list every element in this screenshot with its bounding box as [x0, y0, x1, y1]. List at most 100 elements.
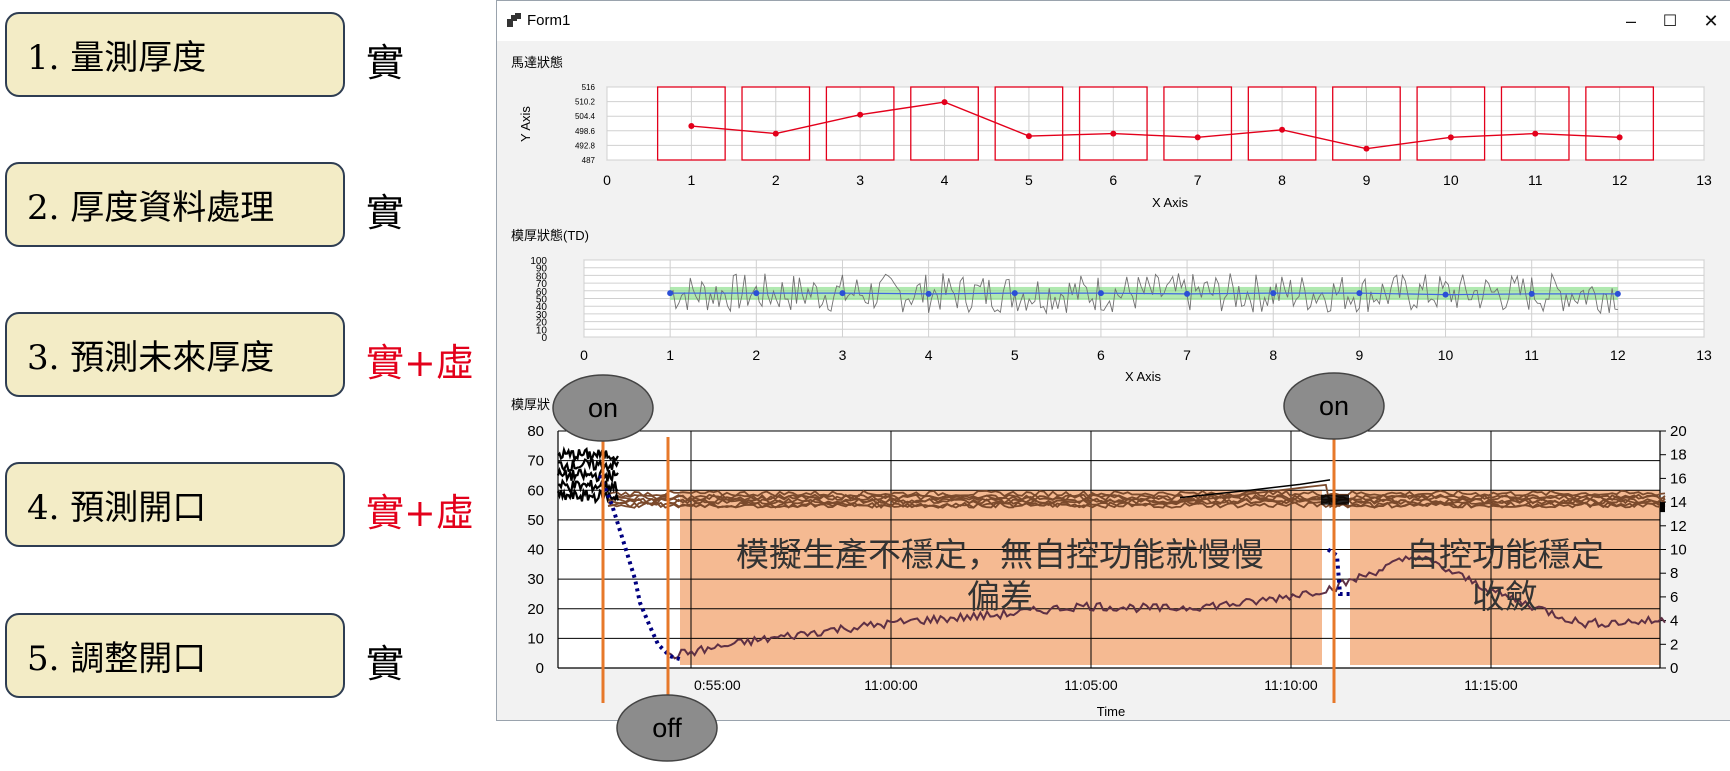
chart2-point [1097, 290, 1104, 297]
chart3-ytick-right: 8 [1670, 565, 1678, 582]
chart2-xtick: 4 [925, 347, 933, 363]
chart3-ytick-right: 2 [1670, 636, 1678, 653]
chart2-xtick: 1 [666, 347, 674, 363]
chart2-xtick: 5 [1011, 347, 1019, 363]
chart2-xtick: 12 [1610, 347, 1626, 363]
chart3-ytick-left: 70 [527, 453, 544, 470]
chart1-point [1532, 130, 1539, 137]
chart3-ytick-left: 30 [527, 571, 544, 588]
chart1-ytick: 504.4 [575, 112, 596, 121]
chart3-ytick-left: 50 [527, 512, 544, 529]
chart2-point [1184, 290, 1191, 297]
chart3-ytick-left: 10 [527, 630, 544, 647]
chart2-xtick: 8 [1269, 347, 1277, 363]
chart1-xtick: 5 [1025, 172, 1033, 188]
chart1-point [857, 111, 864, 118]
chart1-ytick: 492.8 [575, 141, 596, 150]
annotation-uncontrolled-line2: 偏差 [967, 577, 1033, 616]
chart3-title: 模厚狀 [511, 397, 550, 412]
chart3-xtick: 11:10:00 [1264, 677, 1318, 693]
chart2-xtick: 2 [752, 347, 760, 363]
chart1-point [772, 130, 779, 137]
chart1-xtick: 11 [1528, 172, 1543, 188]
chart3-end-mark [1660, 502, 1665, 513]
chart3-ytick-right: 0 [1670, 660, 1678, 677]
chart1-xtick: 2 [772, 172, 780, 188]
chart1-ytick: 487 [582, 156, 596, 165]
chart2-xtick: 6 [1097, 347, 1105, 363]
chart3-ytick-left: 20 [527, 601, 544, 618]
chart3-ytick-right: 14 [1670, 494, 1687, 511]
chart1-point [688, 123, 695, 130]
chart3-ytick-left: 0 [536, 660, 544, 677]
chart1-xtick: 10 [1443, 172, 1459, 188]
chart1-xtick: 0 [603, 172, 611, 188]
chart1-xtick: 8 [1278, 172, 1286, 188]
chart2-xtick: 13 [1696, 347, 1712, 363]
chart1-xtick: 13 [1696, 172, 1712, 188]
annotation-on-2-label: on [1319, 391, 1349, 421]
chart2-xtick: 10 [1438, 347, 1454, 363]
chart1-ytick: 516 [582, 83, 596, 92]
chart3-ytick-right: 12 [1670, 518, 1687, 535]
chart1-xtick: 4 [941, 172, 949, 188]
chart1-plot-area [606, 86, 1705, 161]
annotation-controlled-line1: 自控功能穩定 [1406, 535, 1604, 574]
chart2-point [753, 290, 760, 297]
chart1-point [1194, 134, 1201, 141]
chart1-point [1616, 134, 1623, 141]
chart2-point [925, 290, 932, 297]
chart2-title: 模厚狀態(TD) [511, 228, 589, 243]
chart3-ytick-right: 16 [1670, 470, 1687, 487]
chart1-xlabel: X Axis [1152, 195, 1189, 210]
chart3-ytick-right: 20 [1670, 423, 1687, 440]
chart2-point [1270, 290, 1277, 297]
chart2-point [1011, 290, 1018, 297]
chart3-xtick: 0:55:00 [694, 677, 741, 693]
chart3-xlabel: Time [1097, 704, 1125, 719]
annotation-on-1-label: on [588, 393, 618, 423]
chart3-ytick-right: 4 [1670, 613, 1678, 630]
chart1-point [1025, 133, 1032, 140]
chart3-ytick-left: 40 [527, 542, 544, 559]
chart2-point [839, 290, 846, 297]
chart2-xtick: 0 [580, 347, 588, 363]
chart1-xtick: 7 [1194, 172, 1202, 188]
chart1-xtick: 6 [1109, 172, 1117, 188]
chart1-point [941, 99, 948, 106]
chart1-ylabel: Y Axis [518, 106, 533, 142]
chart1-point [1363, 145, 1370, 152]
chart3-xtick: 11:05:00 [1064, 677, 1118, 693]
chart1-title: 馬達狀態 [511, 55, 563, 70]
annotation-off-label: off [652, 713, 682, 743]
chart3-ytick-right: 18 [1670, 447, 1687, 464]
chart3-xtick: 11:00:00 [864, 677, 918, 693]
chart1-xtick: 9 [1363, 172, 1371, 188]
chart3-ytick-left: 80 [527, 423, 544, 440]
annotation-uncontrolled-line1: 模擬生產不穩定，無自控功能就慢慢 [736, 535, 1264, 574]
chart1-xtick: 1 [687, 172, 695, 188]
chart1-xtick: 3 [856, 172, 864, 188]
chart2-point [1528, 290, 1535, 297]
chart2-xtick: 3 [839, 347, 847, 363]
chart3-ytick-left: 60 [527, 482, 544, 499]
annotation-controlled-line2: 收斂 [1472, 577, 1538, 616]
chart1-xtick: 12 [1612, 172, 1628, 188]
chart1-ytick: 510.2 [575, 98, 596, 107]
chart3-xtick: 11:15:00 [1464, 677, 1518, 693]
chart1-point [1110, 130, 1117, 137]
chart2-point [1614, 290, 1621, 297]
chart1-ytick: 498.6 [575, 127, 596, 136]
chart2-xtick: 11 [1524, 347, 1539, 363]
chart2-xtick: 7 [1183, 347, 1191, 363]
charts-canvas: 馬達狀態516510.2504.4498.6492.84870 1 2 3 4 5 6 7 8 9… [511, 55, 1712, 762]
chart2-ytick: 0 [541, 333, 547, 344]
chart2-xlabel: X Axis [1125, 369, 1162, 384]
chart3-ytick-right: 6 [1670, 589, 1678, 606]
chart2-point [1356, 290, 1363, 297]
chart1-point [1447, 134, 1454, 141]
chart2-point [667, 290, 674, 297]
chart2-xtick: 9 [1355, 347, 1363, 363]
chart3-ytick-right: 10 [1670, 542, 1687, 559]
chart2-point [1442, 291, 1449, 298]
